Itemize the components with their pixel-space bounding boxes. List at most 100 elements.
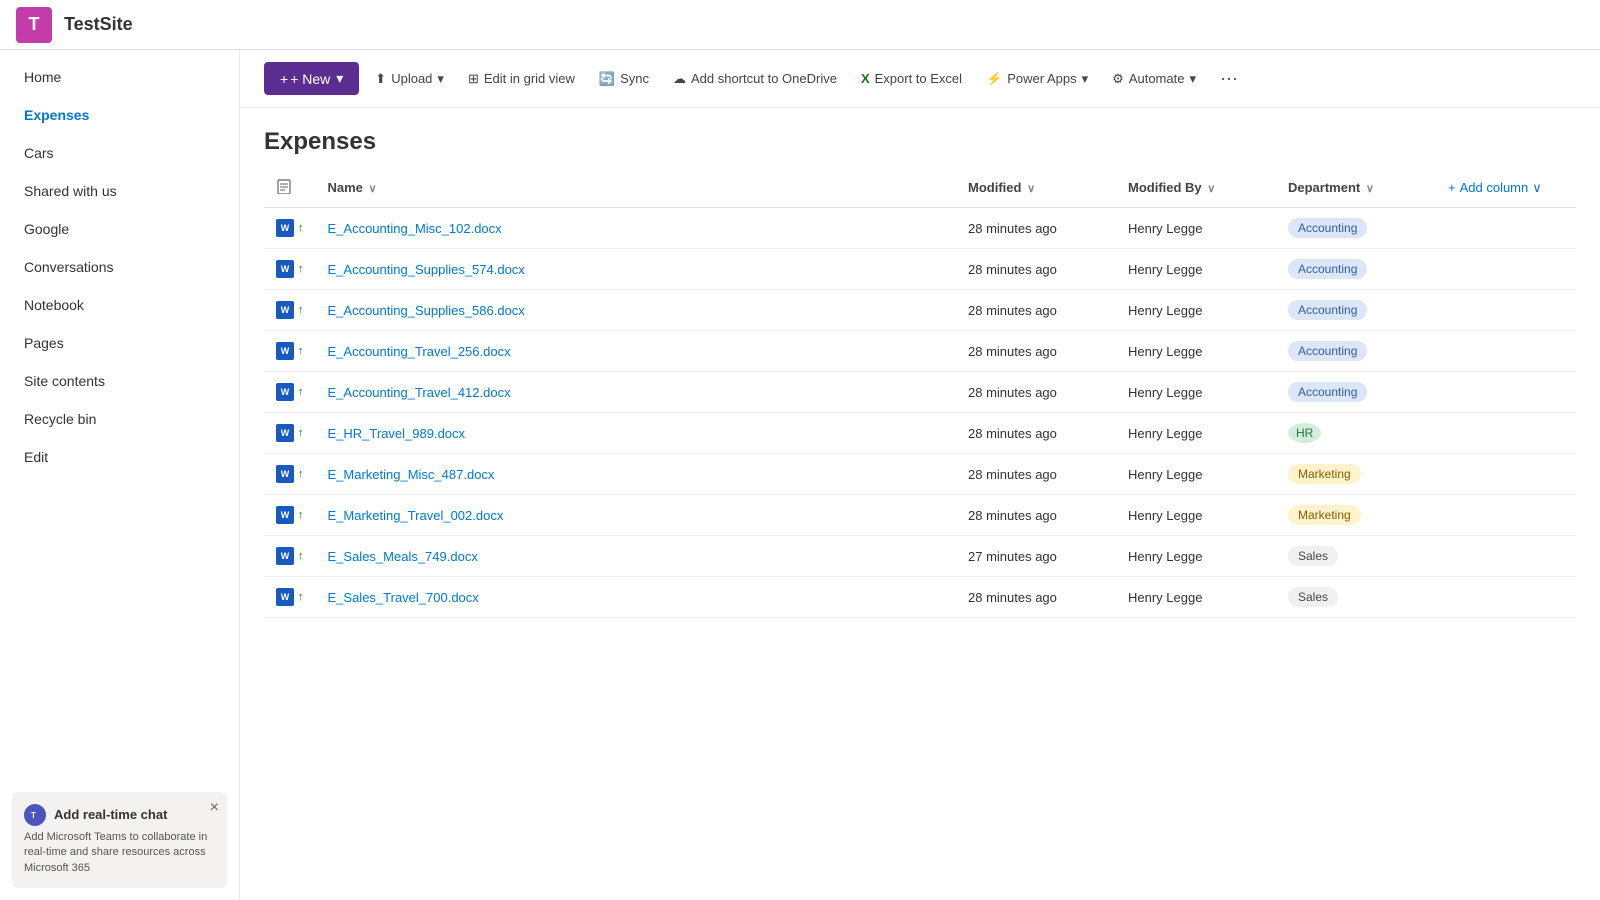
row-modified-cell: 28 minutes ago [956,331,1116,372]
excel-icon: X [861,71,870,86]
row-name-cell: E_Sales_Meals_749.docx [316,536,957,577]
row-department-cell: Accounting [1276,331,1436,372]
sidebar-item-expenses[interactable]: Expenses [8,97,231,133]
sidebar-item-recycle-bin[interactable]: Recycle bin [8,401,231,437]
col-header-modified-by[interactable]: Modified By ∨ [1116,168,1276,208]
file-name-link[interactable]: E_Accounting_Travel_256.docx [328,344,511,359]
sync-status-icon: ↑ [298,222,304,234]
automate-chevron-icon: ▾ [1189,71,1196,87]
row-empty-cell [1436,331,1576,372]
more-options-button[interactable]: ··· [1212,62,1246,95]
file-name-link[interactable]: E_Accounting_Supplies_586.docx [328,303,525,318]
sync-status-icon: ↑ [298,304,304,316]
grid-icon: ⊞ [468,71,479,87]
main-layout: Home Expenses Cars Shared with us Google… [0,50,1600,900]
file-name-link[interactable]: E_Marketing_Misc_487.docx [328,467,495,482]
col-header-department[interactable]: Department ∨ [1276,168,1436,208]
row-modified-by-cell: Henry Legge [1116,577,1276,618]
row-department-cell: HR [1276,413,1436,454]
site-logo: T [16,7,52,43]
page-title-area: Expenses [240,108,1600,168]
row-name-cell: E_Accounting_Supplies_574.docx [316,249,957,290]
row-modified-by-cell: Henry Legge [1116,372,1276,413]
sync-button[interactable]: 🔄 Sync [591,65,657,93]
sidebar-item-site-contents[interactable]: Site contents [8,363,231,399]
col-header-name[interactable]: Name ∨ [316,168,957,208]
department-badge: Accounting [1288,341,1367,361]
row-name-cell: E_Sales_Travel_700.docx [316,577,957,618]
row-department-cell: Accounting [1276,249,1436,290]
table-row: W ↑ E_Accounting_Travel_412.docx 28 minu… [264,372,1576,413]
file-table: Name ∨ Modified ∨ Modified By ∨ Depart [264,168,1576,618]
table-row: W ↑ E_Sales_Travel_700.docx 28 minutes a… [264,577,1576,618]
upload-chevron-icon: ▾ [437,71,444,87]
sync-status-icon: ↑ [298,550,304,562]
row-name-cell: E_Accounting_Travel_256.docx [316,331,957,372]
file-name-link[interactable]: E_HR_Travel_989.docx [328,426,466,441]
sidebar-item-shared-with-us[interactable]: Shared with us [8,173,231,209]
sidebar-item-notebook[interactable]: Notebook [8,287,231,323]
row-modified-by-cell: Henry Legge [1116,290,1276,331]
sidebar-item-pages[interactable]: Pages [8,325,231,361]
col-header-add-column[interactable]: + Add column ∨ [1436,168,1576,208]
word-file-icon: W [276,383,294,401]
word-file-icon: W [276,301,294,319]
row-modified-cell: 27 minutes ago [956,536,1116,577]
shortcut-button[interactable]: ☁ Add shortcut to OneDrive [665,65,845,93]
export-excel-button[interactable]: X Export to Excel [853,65,970,92]
department-badge: HR [1288,423,1321,443]
table-row: W ↑ E_Accounting_Supplies_574.docx 28 mi… [264,249,1576,290]
row-modified-cell: 28 minutes ago [956,495,1116,536]
table-row: W ↑ E_Accounting_Misc_102.docx 28 minute… [264,208,1576,249]
col-department-label: Department [1288,180,1360,195]
sidebar-item-home[interactable]: Home [8,59,231,95]
sync-status-icon: ↑ [298,509,304,521]
sync-status-icon: ↑ [298,386,304,398]
power-apps-button[interactable]: ⚡ Power Apps ▾ [978,65,1096,93]
department-badge: Accounting [1288,382,1367,402]
row-empty-cell [1436,372,1576,413]
table-row: W ↑ E_Accounting_Travel_256.docx 28 minu… [264,331,1576,372]
row-icon-cell: W ↑ [264,372,316,413]
plus-icon: + [280,71,288,87]
page-title: Expenses [264,128,1576,156]
select-all-header[interactable] [264,168,316,208]
new-button[interactable]: + + New ▾ [264,62,359,95]
row-empty-cell [1436,454,1576,495]
row-icon-cell: W ↑ [264,495,316,536]
file-name-link[interactable]: E_Accounting_Travel_412.docx [328,385,511,400]
row-modified-by-cell: Henry Legge [1116,495,1276,536]
file-name-link[interactable]: E_Accounting_Supplies_574.docx [328,262,525,277]
chat-promo-close[interactable]: × [210,800,219,816]
upload-button[interactable]: ⬆ Upload ▾ [367,65,452,93]
file-name-link[interactable]: E_Marketing_Travel_002.docx [328,508,504,523]
automate-button[interactable]: ⚙ Automate ▾ [1104,65,1204,93]
word-file-icon: W [276,588,294,606]
table-row: W ↑ E_Sales_Meals_749.docx 27 minutes ag… [264,536,1576,577]
top-bar: T TestSite [0,0,1600,50]
edit-grid-button[interactable]: ⊞ Edit in grid view [460,65,583,93]
word-file-icon: W [276,506,294,524]
sidebar-item-edit[interactable]: Edit [8,439,231,475]
sidebar-item-google[interactable]: Google [8,211,231,247]
sidebar-item-cars[interactable]: Cars [8,135,231,171]
row-name-cell: E_Marketing_Misc_487.docx [316,454,957,495]
row-modified-cell: 28 minutes ago [956,413,1116,454]
row-empty-cell [1436,536,1576,577]
file-name-link[interactable]: E_Accounting_Misc_102.docx [328,221,502,236]
department-badge: Accounting [1288,218,1367,238]
col-name-label: Name [328,180,363,195]
row-icon-cell: W ↑ [264,454,316,495]
file-name-link[interactable]: E_Sales_Travel_700.docx [328,590,479,605]
row-modified-cell: 28 minutes ago [956,577,1116,618]
row-name-cell: E_Accounting_Misc_102.docx [316,208,957,249]
sidebar-item-conversations[interactable]: Conversations [8,249,231,285]
add-column-button[interactable]: + Add column ∨ [1448,180,1542,196]
col-header-modified[interactable]: Modified ∨ [956,168,1116,208]
file-name-link[interactable]: E_Sales_Meals_749.docx [328,549,478,564]
row-empty-cell [1436,208,1576,249]
row-modified-by-cell: Henry Legge [1116,413,1276,454]
name-sort-icon: ∨ [369,183,377,195]
word-file-icon: W [276,424,294,442]
row-department-cell: Marketing [1276,495,1436,536]
